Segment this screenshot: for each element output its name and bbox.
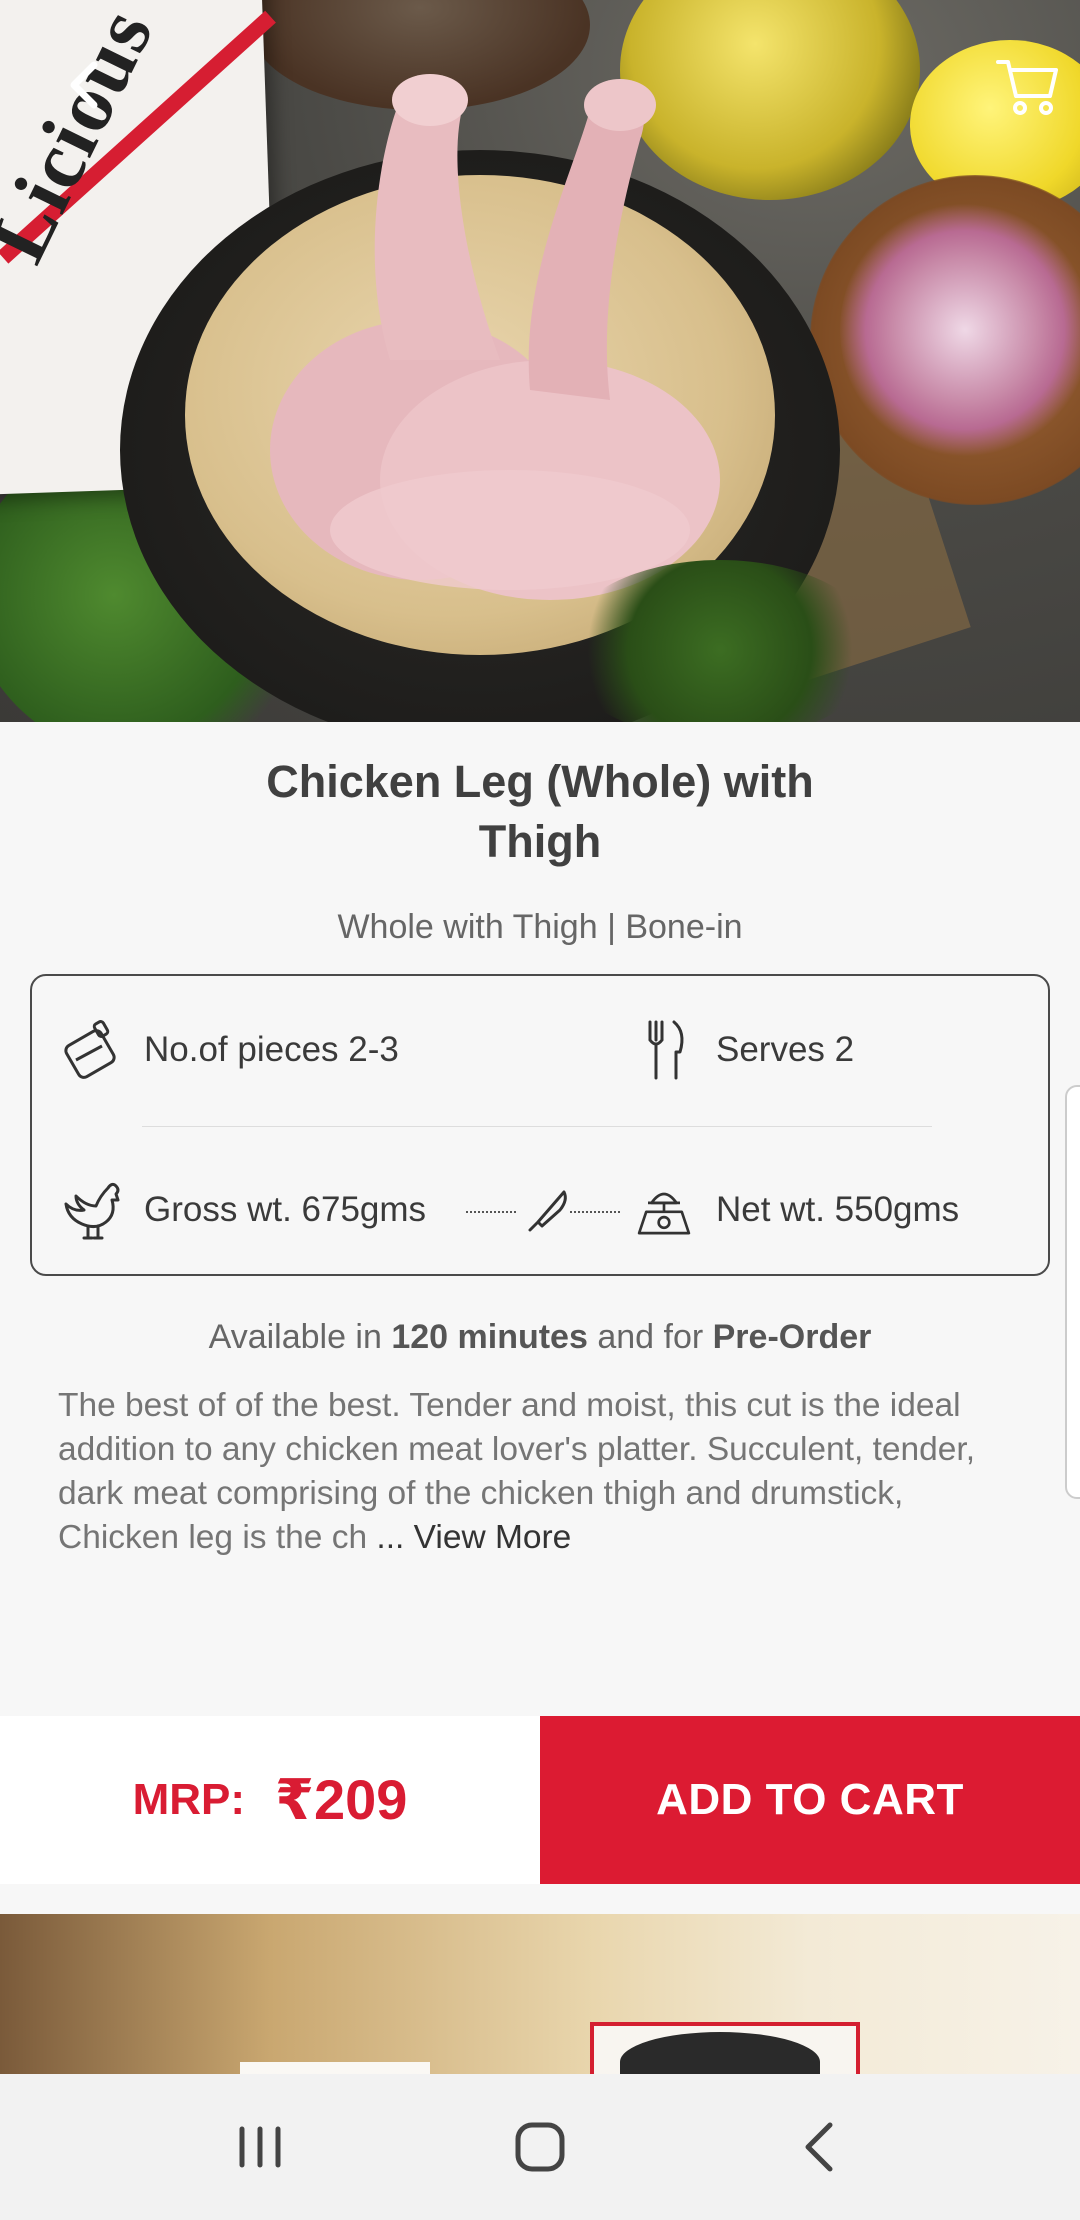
weighing-scale-icon xyxy=(632,1178,696,1242)
knife-icon xyxy=(522,1186,572,1236)
mrp-label: MRP: xyxy=(132,1775,246,1824)
recents-button[interactable] xyxy=(215,2102,305,2192)
peek-card xyxy=(240,2062,430,2074)
home-button[interactable] xyxy=(495,2102,585,2192)
price-value: ₹209 xyxy=(275,1768,408,1831)
availability-prefix: Available in xyxy=(208,1318,392,1356)
rooster-icon xyxy=(60,1178,124,1242)
availability-middle: and for xyxy=(587,1318,713,1356)
chevron-left-icon xyxy=(70,61,98,109)
product-info-card: No.of pieces 2-3 Serves 2 Gross wt. 675g… xyxy=(30,974,1050,1276)
availability-mode: Pre-Order xyxy=(712,1318,872,1356)
cutting-board-icon xyxy=(60,1018,124,1082)
product-hero-image: Licious xyxy=(0,0,1080,722)
pieces-info: No.of pieces 2-3 xyxy=(60,1018,399,1082)
dotted-line-left xyxy=(466,1211,516,1213)
back-button[interactable] xyxy=(60,55,110,115)
onion-salad xyxy=(840,200,1080,460)
serves-label: Serves 2 xyxy=(716,1030,855,1069)
next-product-image xyxy=(0,1914,1080,2074)
gross-weight-label: Gross wt. 675gms xyxy=(144,1190,427,1229)
recents-icon xyxy=(239,2126,281,2168)
info-divider xyxy=(142,1126,932,1127)
add-to-cart-button[interactable]: ADD TO CART xyxy=(540,1716,1080,1884)
product-description: The best of of the best. Tender and mois… xyxy=(58,1384,1018,1560)
product-subtitle: Whole with Thigh | Bone-in xyxy=(337,908,743,946)
price-section: MRP: ₹209 xyxy=(0,1716,540,1884)
chicken-legs xyxy=(270,74,720,600)
cart-button[interactable] xyxy=(996,54,1060,118)
back-icon xyxy=(805,2122,833,2172)
availability-time: 120 minutes xyxy=(391,1318,588,1356)
pieces-label: No.of pieces 2-3 xyxy=(144,1030,399,1069)
product-title-line1: Chicken Leg (Whole) with xyxy=(266,756,814,807)
dotted-line-right xyxy=(570,1211,620,1213)
product-title: Chicken Leg (Whole) with Thigh xyxy=(150,752,930,872)
purchase-bar: MRP: ₹209 ADD TO CART xyxy=(0,1716,1080,1884)
net-weight-info: Net wt. 550gms xyxy=(632,1178,959,1242)
gross-weight-info: Gross wt. 675gms xyxy=(60,1178,426,1242)
net-weight-label: Net wt. 550gms xyxy=(716,1190,960,1229)
availability-text: Available in 120 minutes and for Pre-Ord… xyxy=(0,1318,1080,1357)
system-back-button[interactable] xyxy=(775,2102,865,2192)
cart-icon xyxy=(996,60,1058,115)
home-icon xyxy=(515,2122,565,2172)
side-drawer-tab[interactable] xyxy=(1065,1085,1080,1499)
serves-info: Serves 2 xyxy=(632,1018,854,1082)
view-more-link[interactable]: ... View More xyxy=(367,1519,571,1556)
product-title-line2: Thigh xyxy=(478,816,602,867)
system-navigation-bar xyxy=(0,2074,1080,2220)
fork-knife-icon xyxy=(632,1018,696,1082)
